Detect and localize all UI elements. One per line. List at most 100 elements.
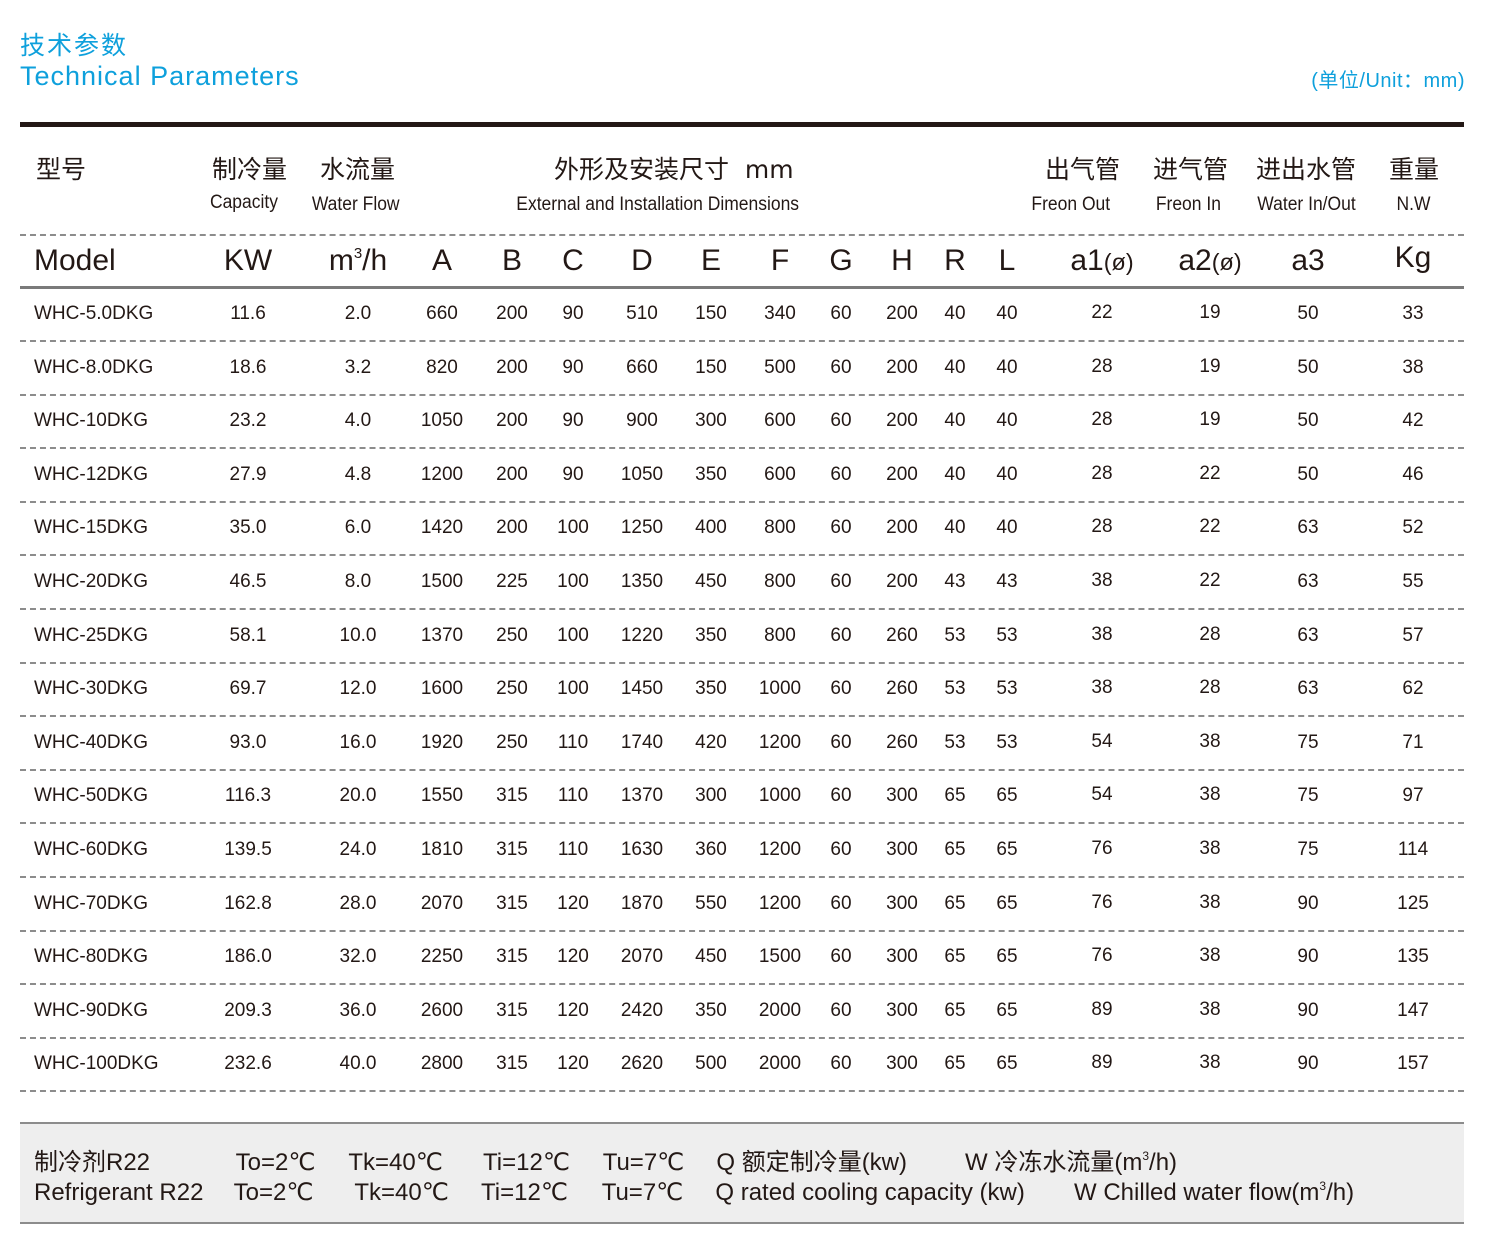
cell-model: WHC-90DKG bbox=[34, 999, 149, 1021]
cell-a2: 19 bbox=[1199, 302, 1221, 323]
cell-a: 1600 bbox=[420, 678, 464, 700]
cell-c: 110 bbox=[557, 731, 589, 753]
cell-b: 200 bbox=[496, 517, 528, 539]
cell-kg: 33 bbox=[1402, 303, 1424, 324]
cell-m3h: 28.0 bbox=[339, 892, 377, 914]
header-capacity-en: Capacity bbox=[209, 192, 278, 213]
cell-l: 53 bbox=[996, 731, 1018, 753]
cell-g: 60 bbox=[830, 463, 852, 485]
column-symbol-h: H bbox=[891, 244, 913, 278]
column-symbol-a1: a1(ø) bbox=[1070, 244, 1133, 278]
column-symbol-b-part: B bbox=[501, 244, 523, 277]
cell-e: 300 bbox=[695, 785, 727, 807]
cell-f: 1000 bbox=[758, 678, 802, 700]
cell-c: 120 bbox=[557, 946, 589, 968]
cell-a3: 63 bbox=[1297, 517, 1319, 539]
header-divider bbox=[20, 234, 1464, 236]
cell-f: 800 bbox=[764, 624, 796, 646]
cell-m3h: 10.0 bbox=[339, 624, 377, 646]
cell-m3h: 16.0 bbox=[339, 731, 377, 753]
column-symbol-kw-part: KW bbox=[223, 244, 273, 277]
cell-a3: 63 bbox=[1297, 624, 1319, 646]
cell-a2: 38 bbox=[1199, 784, 1221, 806]
cell-d: 1740 bbox=[620, 731, 664, 753]
cell-kg: 55 bbox=[1402, 571, 1424, 592]
cell-model: WHC-60DKG bbox=[34, 839, 149, 860]
cell-a3: 63 bbox=[1297, 678, 1319, 700]
cell-h: 200 bbox=[886, 303, 918, 324]
row-divider bbox=[20, 715, 1464, 718]
cell-kw: 11.6 bbox=[230, 303, 266, 324]
cell-f: 1200 bbox=[758, 731, 802, 753]
row-divider bbox=[20, 822, 1464, 825]
cell-g: 60 bbox=[830, 1053, 852, 1075]
notes-line-cn: 制冷剂R22 To=2℃ Tk=40℃ Ti=12℃ Tu=7℃ Q 额定制冷量… bbox=[34, 1142, 1177, 1177]
row-divider bbox=[20, 608, 1464, 610]
cell-b: 315 bbox=[496, 1053, 528, 1075]
column-symbol-h-part: H bbox=[891, 244, 913, 277]
cell-l: 65 bbox=[996, 946, 1018, 968]
cell-h: 300 bbox=[886, 839, 918, 860]
cell-a: 2070 bbox=[420, 892, 464, 914]
header-bottom-rule bbox=[20, 286, 1464, 289]
cell-a1: 38 bbox=[1091, 570, 1113, 591]
cell-c: 110 bbox=[557, 785, 589, 807]
cell-kg: 62 bbox=[1402, 678, 1424, 700]
cell-b: 315 bbox=[496, 892, 528, 914]
cell-d: 1220 bbox=[620, 624, 664, 646]
cell-h: 300 bbox=[886, 785, 918, 807]
column-symbol-e-part: E bbox=[700, 244, 722, 277]
column-symbol-a1-part: a1 bbox=[1070, 244, 1104, 277]
cell-l: 43 bbox=[996, 571, 1018, 592]
cell-a: 1200 bbox=[420, 463, 464, 485]
cell-r: 40 bbox=[944, 303, 966, 324]
cell-a2: 22 bbox=[1199, 570, 1221, 591]
cell-l: 40 bbox=[996, 356, 1018, 378]
cell-model: WHC-40DKG bbox=[34, 731, 149, 753]
note-refrigerant-en: Refrigerant R22 bbox=[34, 1179, 204, 1206]
header-freon-in-cn: 进气管 bbox=[1153, 155, 1229, 184]
cell-h: 300 bbox=[886, 946, 918, 968]
cell-kw: 69.7 bbox=[229, 678, 267, 700]
cell-m3h: 4.0 bbox=[344, 410, 372, 432]
cell-r: 43 bbox=[944, 571, 966, 592]
cell-e: 350 bbox=[695, 678, 727, 700]
cell-b: 250 bbox=[496, 731, 528, 753]
cell-h: 200 bbox=[886, 410, 918, 432]
cell-l: 40 bbox=[996, 303, 1018, 324]
column-symbol-a-part: A bbox=[431, 244, 453, 277]
column-symbol-a1-part: (ø) bbox=[1103, 249, 1134, 275]
cell-a2: 38 bbox=[1199, 1052, 1221, 1074]
cell-a: 1810 bbox=[420, 839, 464, 860]
note-ti-cn: Ti=12℃ bbox=[483, 1149, 570, 1176]
column-symbol-m3h-part: /h bbox=[362, 244, 388, 277]
cell-d: 1350 bbox=[620, 571, 664, 592]
cell-kg: 46 bbox=[1402, 463, 1424, 485]
cell-a2: 38 bbox=[1199, 838, 1221, 859]
cell-a: 1050 bbox=[420, 410, 464, 432]
cell-r: 40 bbox=[944, 463, 966, 485]
cell-f: 1500 bbox=[758, 946, 802, 968]
cell-a3: 50 bbox=[1297, 410, 1319, 432]
cell-b: 200 bbox=[496, 303, 528, 324]
note-ti-en: Ti=12℃ bbox=[481, 1179, 568, 1206]
cell-m3h: 20.0 bbox=[339, 785, 377, 807]
column-symbol-kw: KW bbox=[224, 244, 272, 278]
cell-a2: 22 bbox=[1199, 462, 1221, 484]
cell-r: 40 bbox=[944, 356, 966, 378]
cell-kg: 57 bbox=[1402, 624, 1424, 646]
note-q-en: Q rated cooling capacity (kw) bbox=[715, 1179, 1025, 1206]
column-symbol-g-part: G bbox=[829, 244, 853, 277]
column-symbol-a: A bbox=[432, 244, 452, 278]
cell-r: 65 bbox=[944, 785, 966, 807]
cell-a1: 89 bbox=[1091, 1052, 1113, 1074]
top-rule bbox=[20, 122, 1464, 127]
cell-b: 200 bbox=[496, 356, 528, 378]
cell-g: 60 bbox=[830, 999, 852, 1021]
cell-l: 40 bbox=[996, 517, 1018, 539]
cell-g: 60 bbox=[830, 678, 852, 700]
cell-kg: 52 bbox=[1402, 517, 1424, 539]
cell-model: WHC-8.0DKG bbox=[34, 356, 154, 378]
header-waterflow-cn: 水流量 bbox=[320, 155, 396, 184]
cell-h: 260 bbox=[886, 731, 918, 753]
